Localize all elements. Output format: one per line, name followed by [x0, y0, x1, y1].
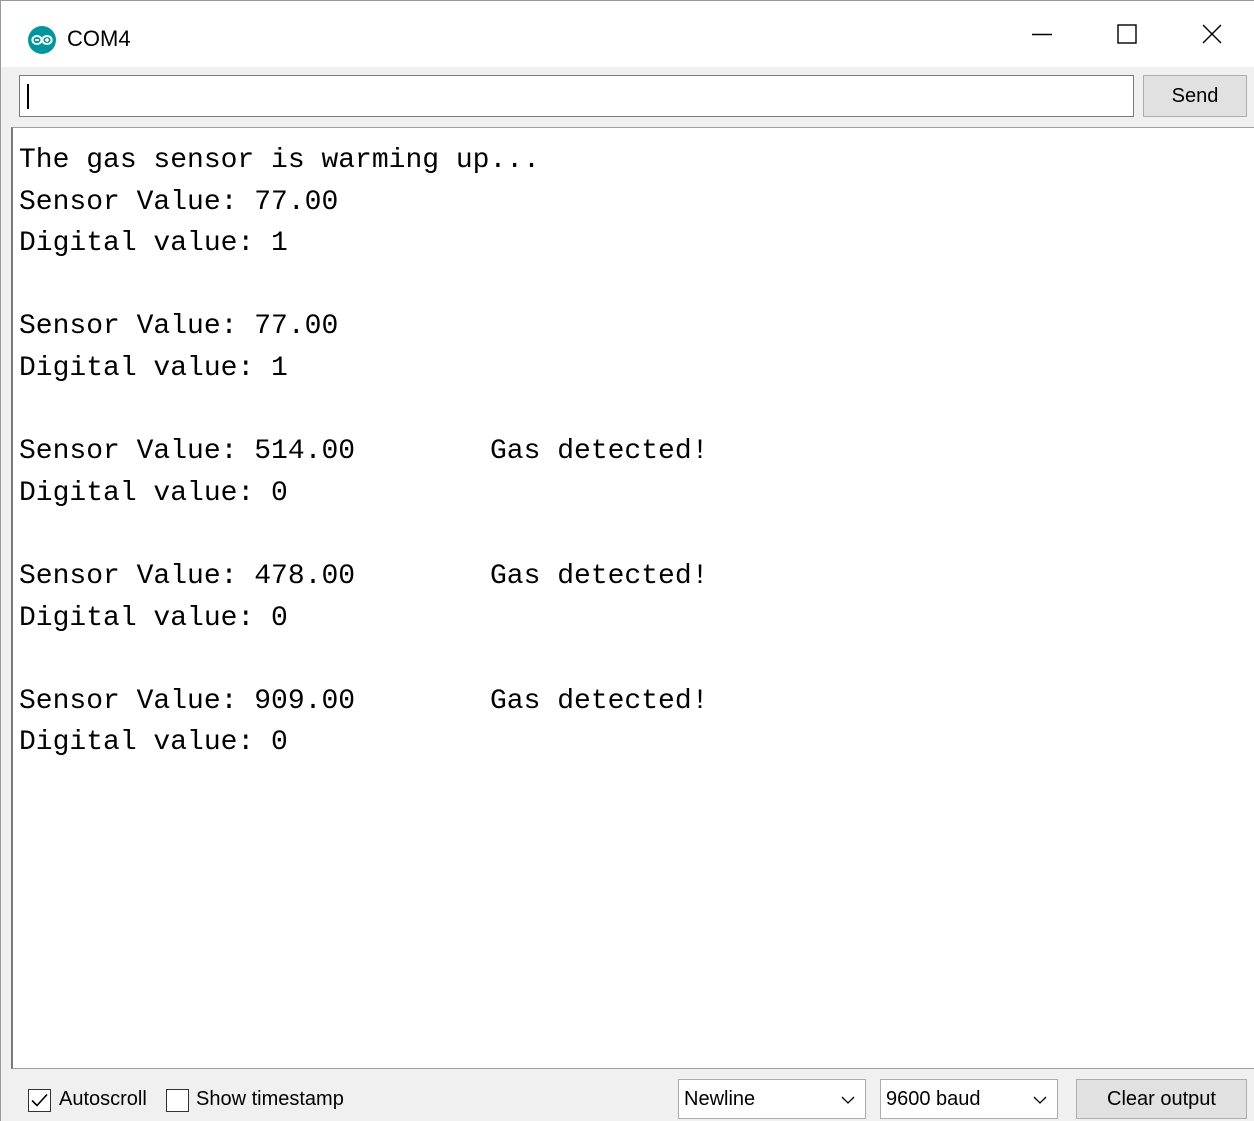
status-bar: Autoscroll Show timestamp Newline 9600 b…	[1, 1069, 1254, 1121]
autoscroll-checkbox[interactable]	[28, 1089, 51, 1112]
output-line: Digital value: 0	[19, 477, 288, 509]
minimize-icon	[1032, 33, 1052, 36]
output-line: Sensor Value: 909.00 Gas detected!	[19, 681, 1254, 723]
show-timestamp-checkbox[interactable]	[166, 1089, 189, 1112]
output-line: Sensor Value: 77.00	[19, 186, 339, 218]
autoscroll-label[interactable]: Autoscroll	[59, 1086, 147, 1112]
output-line: Digital value: 0	[19, 602, 288, 634]
serial-output[interactable]: The gas sensor is warming up... Sensor V…	[11, 127, 1254, 1069]
checkmark-icon	[31, 1093, 48, 1107]
title-bar[interactable]: COM4	[1, 1, 1254, 67]
baud-rate-value: 9600 baud	[886, 1088, 981, 1110]
serial-monitor-window: COM4 Send The gas sensor is warming up..…	[0, 0, 1254, 1121]
output-line: Sensor Value: 77.00	[19, 311, 339, 343]
minimize-button[interactable]	[999, 1, 1085, 67]
text-caret	[27, 84, 29, 109]
send-input[interactable]	[19, 75, 1134, 117]
gas-alert-text: Gas detected!	[490, 436, 709, 468]
maximize-button[interactable]	[1084, 1, 1170, 67]
output-line: Sensor Value: 514.00 Gas detected!	[19, 431, 1254, 473]
chevron-down-icon	[1033, 1096, 1047, 1104]
send-button[interactable]: Send	[1143, 75, 1247, 117]
output-line: Digital value: 0	[19, 727, 288, 759]
baud-rate-select[interactable]: 9600 baud	[880, 1079, 1058, 1119]
chevron-down-icon	[841, 1096, 855, 1104]
send-toolbar: Send	[1, 67, 1254, 127]
output-line: Digital value: 1	[19, 228, 288, 260]
arduino-icon	[28, 26, 56, 54]
line-ending-value: Newline	[684, 1088, 756, 1110]
line-ending-select[interactable]: Newline	[678, 1079, 866, 1119]
output-line: The gas sensor is warming up...	[19, 145, 540, 176]
output-line: Sensor Value: 478.00 Gas detected!	[19, 556, 1254, 598]
output-line: Digital value: 1	[19, 352, 288, 384]
clear-output-button[interactable]: Clear output	[1076, 1079, 1247, 1119]
show-timestamp-label[interactable]: Show timestamp	[196, 1086, 344, 1112]
window-title: COM4	[67, 26, 131, 51]
close-button[interactable]	[1169, 1, 1254, 67]
gas-alert-text: Gas detected!	[490, 685, 709, 717]
gas-alert-text: Gas detected!	[490, 560, 709, 592]
maximize-icon	[1117, 24, 1137, 44]
close-icon	[1202, 24, 1222, 44]
